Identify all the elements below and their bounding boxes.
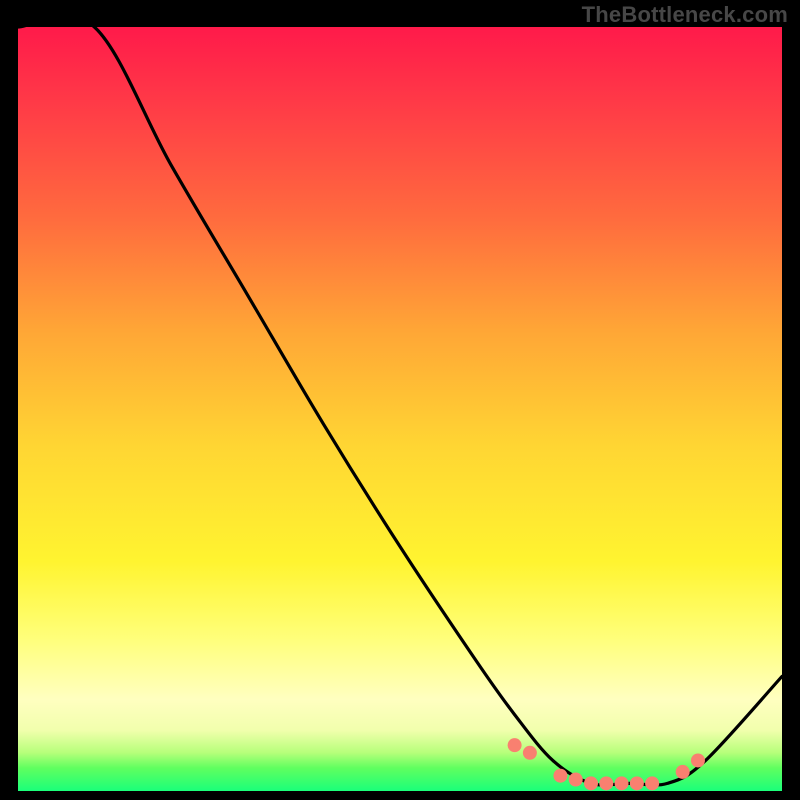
highlight-dot	[508, 738, 522, 752]
chart-svg	[18, 27, 782, 791]
highlight-dot	[569, 773, 583, 787]
highlight-dot	[615, 776, 629, 790]
chart-gradient-bg	[18, 27, 782, 791]
highlight-dot	[553, 769, 567, 783]
highlight-dot	[523, 746, 537, 760]
chart-frame	[15, 24, 785, 794]
highlight-dot	[645, 776, 659, 790]
highlight-dot	[691, 753, 705, 767]
highlight-dot	[584, 776, 598, 790]
highlight-dot	[599, 776, 613, 790]
bottleneck-curve	[18, 27, 782, 785]
highlight-dot	[676, 765, 690, 779]
highlight-dot	[630, 776, 644, 790]
